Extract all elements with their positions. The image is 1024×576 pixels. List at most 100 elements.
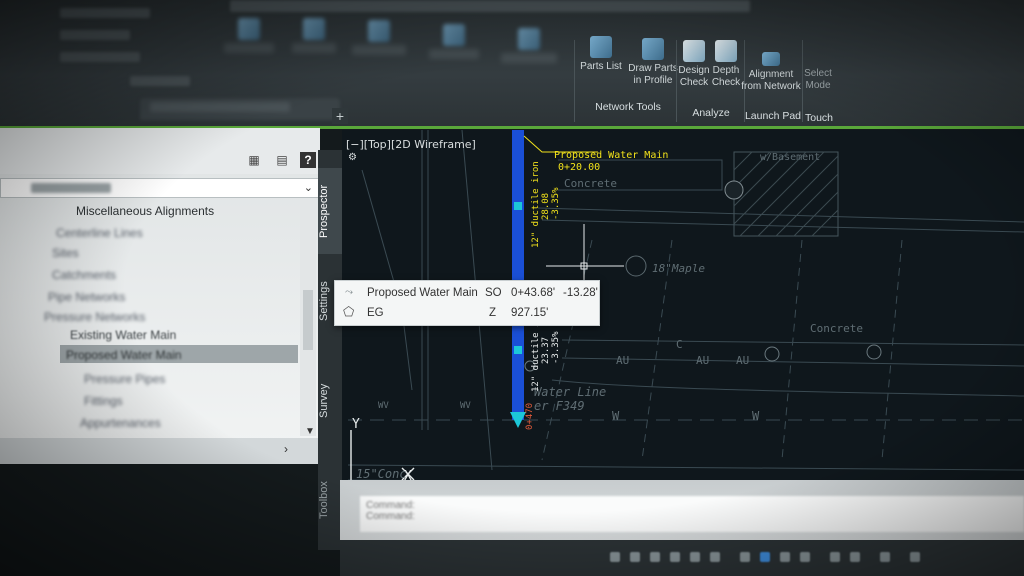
tooltip-elevation-value: 927.15' [511,307,549,319]
tooltip-row-surface: ⬠ EG Z 927.15' [335,303,599,323]
annot-water-line: Water Line [534,385,606,399]
toolspace-view-dropdown[interactable]: ⌄ [0,178,320,198]
toolspace-list-icon[interactable]: ▤ [274,152,290,168]
tree-item-misc-alignments[interactable]: Miscellaneous Alignments [76,204,214,218]
tree-item-catchments[interactable]: Catchments [52,268,116,282]
navigation-icon[interactable]: ⚙ [348,152,357,163]
status-icon[interactable] [910,552,920,562]
toolspace-hscrollbar[interactable]: › [0,438,320,464]
tree-item-appurtenances[interactable]: Appurtenances [80,416,161,430]
status-icon[interactable] [650,552,660,562]
parts-list-label: Parts List [580,61,622,72]
toolspace-header: ▦ ▤ ? [0,128,320,174]
status-icon[interactable] [670,552,680,562]
annot-au-1: AU [616,354,629,367]
status-bar [340,540,1024,576]
status-icon[interactable] [690,552,700,562]
tooltip-surface-name: EG [367,307,384,319]
tree-item-sites[interactable]: Sites [52,246,79,260]
status-icon[interactable] [610,552,620,562]
ribbon-blurred-button[interactable] [220,18,278,55]
ribbon-blurred-item [60,8,150,18]
toolspace-panel: ▦ ▤ ? ⌄ Miscellaneous Alignments ▲ Cente… [0,128,320,464]
end-station-label: 0+470 [525,403,535,430]
depth-check-label: Depth Check [711,65,741,88]
ribbon-blurred-item [60,52,140,62]
annot-wv-2: WV [460,401,471,411]
tab-prospector[interactable]: Prospector [318,168,342,254]
annot-wv-1: WV [378,401,389,411]
tree-item-fittings[interactable]: Fittings [84,394,123,408]
tree-item-centerlines[interactable]: Centerline Lines [56,226,143,240]
ribbon-blurred-button[interactable] [500,28,558,65]
annot-au-2: AU [696,354,709,367]
status-icon[interactable] [710,552,720,562]
scroll-right-icon[interactable]: › [284,442,288,456]
pipe-grip[interactable] [514,202,522,210]
alignment-icon: ⤳ [345,287,353,298]
alignment-from-network-button[interactable]: Alignment from Network [740,52,802,93]
tree-item-pressure-pipes[interactable]: Pressure Pipes [84,372,165,386]
status-icon[interactable] [800,552,810,562]
alignment-from-network-label: Alignment from Network [741,69,801,92]
tree-item-proposed-water-main[interactable]: Proposed Water Main [66,348,182,362]
touch-panel-label: Touch [804,112,834,124]
annot-concrete-1: Concrete [564,177,617,190]
select-mode-button[interactable]: Select Mode [800,68,836,92]
tab-survey[interactable]: Survey [318,366,342,436]
command-history-line: Command: [366,511,415,522]
status-icon[interactable] [880,552,890,562]
pipe-label-2-b: 23.37 [541,337,551,364]
toolspace-scroll-thumb[interactable] [303,290,313,350]
pipe-grip[interactable] [514,346,522,354]
pipe-label-2-a: 12" ductile ir [531,316,541,392]
select-mode-label: Select Mode [804,68,832,91]
status-icon[interactable] [760,552,770,562]
tooltip-alignment-name: Proposed Water Main [367,287,478,299]
ribbon-blurred-button[interactable] [285,18,343,55]
tree-item-existing-water-main[interactable]: Existing Water Main [70,328,176,342]
status-icon[interactable] [740,552,750,562]
utility-symbol [866,344,882,360]
pipe-label-1-b: 28.08 [541,193,551,220]
status-icon[interactable] [630,552,640,562]
pipe-label-2-c: -3.35% [551,331,561,364]
proposed-pipe[interactable] [512,130,524,420]
document-tab[interactable] [140,98,340,120]
status-icon[interactable] [850,552,860,562]
tab-toolbox[interactable]: Toolbox [318,462,342,538]
ribbon-blurred-button[interactable] [350,20,408,57]
surface-icon: ⬠ [343,304,355,319]
annot-axis-y: Y [352,417,360,432]
annot-conc: 15"Conc [356,467,407,481]
annot-maple: 18"Maple [652,262,705,275]
annot-water-line-ref: er F349 [534,399,585,413]
toolspace-vertical-tabs: Prospector Settings Survey Toolbox [318,150,342,550]
status-icon[interactable] [830,552,840,562]
pipe-label-1-c: -3.35% [551,187,561,220]
end-station-group: 0+470 [525,403,535,430]
ribbon-blurred-item [230,0,750,12]
toolspace-grid-icon[interactable]: ▦ [246,152,262,168]
alignment-from-network-icon [762,52,780,66]
status-icon[interactable] [780,552,790,562]
tree-item-pressure-networks[interactable]: Pressure Networks [44,310,145,324]
parts-list-button[interactable]: Parts List [572,36,630,73]
annot-concrete-2: Concrete [810,322,863,335]
basement-hatch [724,151,839,237]
chevron-down-icon: ⌄ [303,182,313,194]
draw-parts-in-profile-icon [642,38,664,60]
parts-list-icon [590,36,612,58]
ribbon-blurred-button[interactable] [425,24,483,61]
annot-c: C [676,338,683,351]
viewport-controls-label[interactable]: [−][Top][2D Wireframe] [346,138,476,151]
tooltip-row-alignment: ⤳ Proposed Water Main SO 0+43.68' -13.28… [335,283,599,303]
pipe-label-group-1: 12" ductile iron 28.08 -3.35% [531,161,561,248]
network-tools-panel-label: Network Tools [595,101,661,113]
annot-au-3: AU [736,354,749,367]
new-tab-plus-icon[interactable]: + [332,108,348,124]
help-icon[interactable]: ? [300,152,316,168]
launch-pad-panel-label: Launch Pad [744,110,802,122]
annot-basement: w/Basement [760,152,820,163]
tree-item-pipe-networks[interactable]: Pipe Networks [48,290,125,304]
